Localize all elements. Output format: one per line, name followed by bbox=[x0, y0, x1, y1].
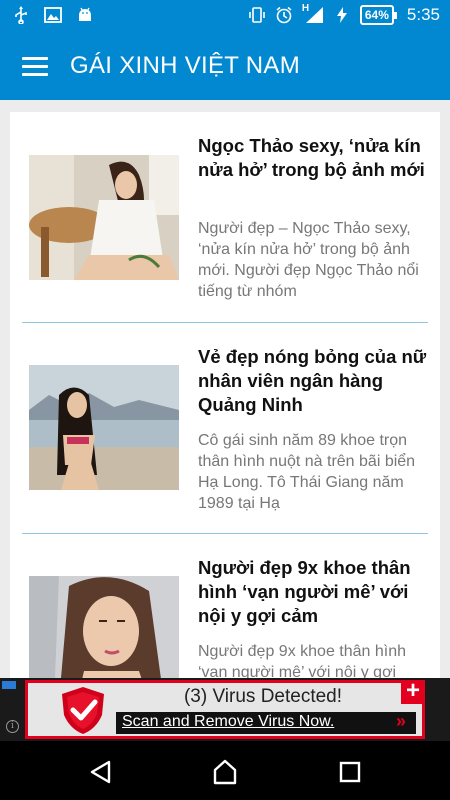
signal-h-icon: H bbox=[301, 3, 324, 24]
article-thumbnail[interactable] bbox=[29, 155, 179, 280]
article-divider bbox=[22, 322, 428, 323]
ad-banner: i (3) Virus Detected! Scan and Remove Vi… bbox=[0, 678, 450, 741]
article-thumbnail[interactable] bbox=[29, 576, 179, 678]
ad-headline: (3) Virus Detected! bbox=[183, 686, 343, 707]
status-bar: H 64% 5:35 bbox=[0, 0, 450, 33]
recents-icon[interactable] bbox=[337, 759, 363, 785]
article-thumbnail[interactable] bbox=[29, 365, 179, 490]
image-icon bbox=[44, 7, 62, 23]
article-title[interactable]: Người đẹp 9x khoe thân hình ‘vạn người m… bbox=[198, 556, 428, 628]
usb-icon bbox=[15, 6, 27, 24]
vibrate-icon bbox=[249, 7, 265, 23]
article-item[interactable]: Vẻ đẹp nóng bỏng của nữ nhân viên ngân h… bbox=[22, 345, 428, 515]
back-icon[interactable] bbox=[88, 759, 114, 785]
article-excerpt: Người đẹp 9x khoe thân hình ‘vạn người m… bbox=[198, 643, 407, 678]
article-title[interactable]: Ngọc Thảo sexy, ‘nửa kín nửa hở’ trong b… bbox=[198, 134, 428, 182]
clock: 5:35 bbox=[406, 5, 440, 24]
article-item[interactable]: Ngọc Thảo sexy, ‘nửa kín nửa hở’ trong b… bbox=[22, 134, 428, 304]
ad-choices-icon[interactable] bbox=[2, 681, 16, 689]
status-icons-right: H 64% 5:35 bbox=[248, 3, 440, 25]
app-bar: GÁI XINH VIỆT NAM bbox=[0, 33, 450, 100]
alarm-icon bbox=[276, 6, 292, 24]
ad-info-icon[interactable]: i bbox=[6, 720, 19, 733]
charging-icon bbox=[336, 7, 347, 23]
ad-close-icon[interactable]: + bbox=[401, 679, 425, 704]
article-excerpt: Cô gái sinh năm 89 khoe trọn thân hình n… bbox=[198, 432, 416, 512]
ad-cta-label: Scan and Remove Virus Now. bbox=[122, 713, 335, 730]
app-title: GÁI XINH VIỆT NAM bbox=[70, 52, 301, 79]
article-item[interactable]: Người đẹp 9x khoe thân hình ‘vạn người m… bbox=[22, 556, 428, 678]
network-type-label: H bbox=[301, 3, 310, 14]
virus-ad[interactable]: (3) Virus Detected! Scan and Remove Viru… bbox=[25, 679, 425, 739]
android-icon bbox=[79, 7, 91, 21]
scan-remove-button[interactable]: Scan and Remove Virus Now. » bbox=[116, 711, 416, 734]
hamburger-menu-icon[interactable] bbox=[22, 57, 48, 77]
battery-indicator: 64% bbox=[359, 5, 397, 25]
article-list: Ngọc Thảo sexy, ‘nửa kín nửa hở’ trong b… bbox=[10, 112, 440, 678]
article-divider bbox=[22, 533, 428, 534]
shield-check-icon bbox=[62, 687, 104, 734]
article-excerpt: Người đẹp – Ngọc Thảo sexy, ‘nửa kín nửa… bbox=[198, 220, 419, 300]
navigation-bar bbox=[0, 741, 450, 800]
article-title[interactable]: Vẻ đẹp nóng bỏng của nữ nhân viên ngân h… bbox=[198, 345, 428, 417]
double-chevron-icon: » bbox=[395, 711, 406, 731]
status-icons-left bbox=[12, 6, 94, 24]
home-icon[interactable] bbox=[212, 759, 238, 785]
